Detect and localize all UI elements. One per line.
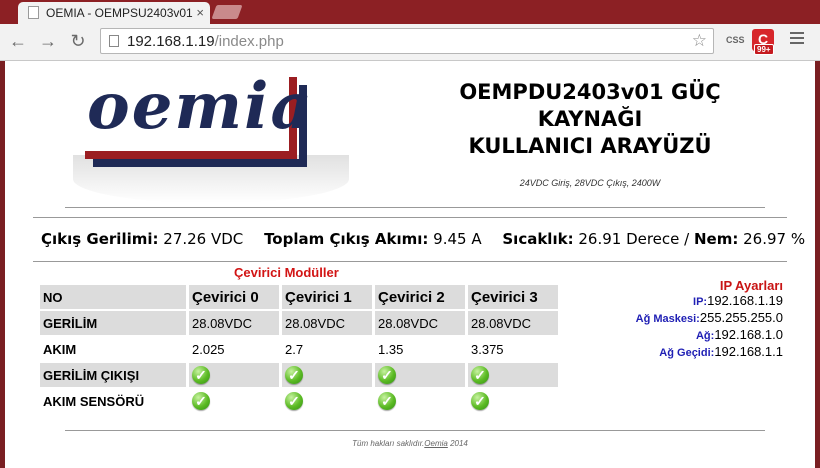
ip-settings-title: IP Ayarları bbox=[719, 278, 783, 293]
new-tab-button[interactable] bbox=[211, 5, 243, 19]
forward-arrow-icon[interactable]: → bbox=[38, 30, 58, 52]
oemia-logo: oemia bbox=[63, 69, 355, 203]
table-header-row: NO Çevirici 0 Çevirici 1 Çevirici 2 Çevi… bbox=[40, 285, 558, 309]
oemia-link[interactable]: Oemia bbox=[424, 439, 448, 448]
css-extension-icon[interactable]: CSS bbox=[726, 35, 745, 45]
row-label: GERİLİM ÇIKIŞI bbox=[40, 363, 186, 387]
current-cell: 3.375 bbox=[471, 341, 504, 357]
column-header: Çevirici 3 bbox=[468, 285, 558, 309]
divider bbox=[33, 217, 787, 218]
reload-icon[interactable]: ↻ bbox=[68, 30, 88, 52]
voltage-cell: 28.08VDC bbox=[189, 311, 279, 335]
divider bbox=[65, 430, 765, 431]
voltage-cell: 28.08VDC bbox=[468, 311, 558, 335]
mask-row: Ağ Maskesi:255.255.255.0 bbox=[635, 310, 783, 325]
modules-table: NO Çevirici 0 Çevirici 1 Çevirici 2 Çevi… bbox=[37, 283, 561, 415]
header-no: NO bbox=[40, 285, 186, 309]
voltage-cell: 28.08VDC bbox=[375, 311, 465, 335]
table-row-current: AKIM 2.025 2.7 1.35 3.375 bbox=[40, 337, 558, 361]
extension-badge: 99+ bbox=[754, 44, 774, 55]
current-cell: 1.35 bbox=[378, 341, 404, 357]
check-ok-icon: ✓ bbox=[192, 392, 210, 410]
check-ok-icon: ✓ bbox=[471, 366, 489, 384]
check-ok-icon: ✓ bbox=[471, 392, 489, 410]
temperature-label: Sıcaklık: bbox=[502, 230, 574, 248]
address-bar[interactable]: 192.168.1.19/index.php ☆ bbox=[100, 28, 714, 54]
logo-text: oemia bbox=[87, 69, 314, 144]
check-ok-icon: ✓ bbox=[378, 366, 396, 384]
back-arrow-icon[interactable]: ← bbox=[8, 30, 28, 52]
column-header: Çevirici 1 bbox=[282, 285, 372, 309]
page-title: OEMPDU2403v01 GÜÇ KAYNAĞI KULLANICI ARAY… bbox=[459, 80, 721, 158]
voltage-value: 27.26 VDC bbox=[163, 230, 244, 248]
current-cell: 2.025 bbox=[192, 341, 225, 357]
browser-tab-bar: OEMIA - OEMPSU2403v01 × bbox=[0, 0, 820, 24]
table-row-voltage: GERİLİM 28.08VDC 28.08VDC 28.08VDC 28.08… bbox=[40, 311, 558, 335]
check-ok-icon: ✓ bbox=[285, 366, 303, 384]
check-ok-icon: ✓ bbox=[378, 392, 396, 410]
menu-icon[interactable] bbox=[790, 32, 804, 47]
page-icon bbox=[109, 35, 119, 47]
status-line: Çıkış Gerilimi: 27.26 VDC Toplam Çıkış A… bbox=[41, 230, 805, 248]
ip-row: IP:192.168.1.19 bbox=[693, 293, 783, 308]
current-cell: 2.7 bbox=[285, 341, 304, 357]
temperature-value: 26.91 Derece / bbox=[578, 230, 690, 248]
check-ok-icon: ✓ bbox=[285, 392, 303, 410]
row-label: AKIM SENSÖRÜ bbox=[43, 393, 145, 409]
divider bbox=[65, 207, 765, 208]
url-text[interactable]: 192.168.1.19/index.php bbox=[127, 33, 284, 50]
table-row-voltage-output: GERİLİM ÇIKIŞI ✓ ✓ ✓ ✓ bbox=[40, 363, 558, 387]
tab-title: OEMIA - OEMPSU2403v01 bbox=[46, 6, 193, 20]
row-label: GERİLİM bbox=[40, 311, 186, 335]
gateway-row: Ağ Geçidi:192.168.1.1 bbox=[659, 344, 783, 359]
page-subtitle: 24VDC Giriş, 28VDC Çıkış, 2400W bbox=[519, 178, 661, 188]
row-label: AKIM bbox=[43, 341, 77, 357]
current-value: 9.45 A bbox=[433, 230, 482, 248]
voltage-label: Çıkış Gerilimi: bbox=[41, 230, 159, 248]
column-header: Çevirici 2 bbox=[375, 285, 465, 309]
column-header: Çevirici 0 bbox=[189, 285, 279, 309]
ip-settings: IP Ayarları IP:192.168.1.19 Ağ Maskesi:2… bbox=[636, 278, 783, 361]
current-label: Toplam Çıkış Akımı: bbox=[264, 230, 429, 248]
bookmark-star-icon[interactable]: ☆ bbox=[692, 31, 707, 51]
check-ok-icon: ✓ bbox=[192, 366, 210, 384]
tab-close-icon[interactable]: × bbox=[196, 5, 204, 20]
footer: Tüm hakları saklıdır.Oemia 2014 bbox=[352, 439, 468, 448]
humidity-value: 26.97 % bbox=[743, 230, 806, 248]
browser-tab[interactable]: OEMIA - OEMPSU2403v01 × bbox=[18, 2, 210, 24]
page-content: oemia OEMPDU2403v01 GÜÇ KAYNAĞI KULLANIC… bbox=[5, 61, 815, 468]
table-row-current-sensor: AKIM SENSÖRÜ ✓ ✓ ✓ ✓ bbox=[40, 389, 558, 413]
browser-toolbar: ← → ↻ 192.168.1.19/index.php ☆ CSS C 99+ bbox=[0, 24, 820, 61]
divider bbox=[33, 261, 787, 262]
humidity-label: Nem: bbox=[694, 230, 739, 248]
voltage-cell: 28.08VDC bbox=[282, 311, 372, 335]
network-row: Ağ:192.168.1.0 bbox=[695, 327, 783, 342]
page-favicon-icon bbox=[28, 6, 39, 19]
modules-title: Çevirici Modüller bbox=[234, 265, 339, 280]
